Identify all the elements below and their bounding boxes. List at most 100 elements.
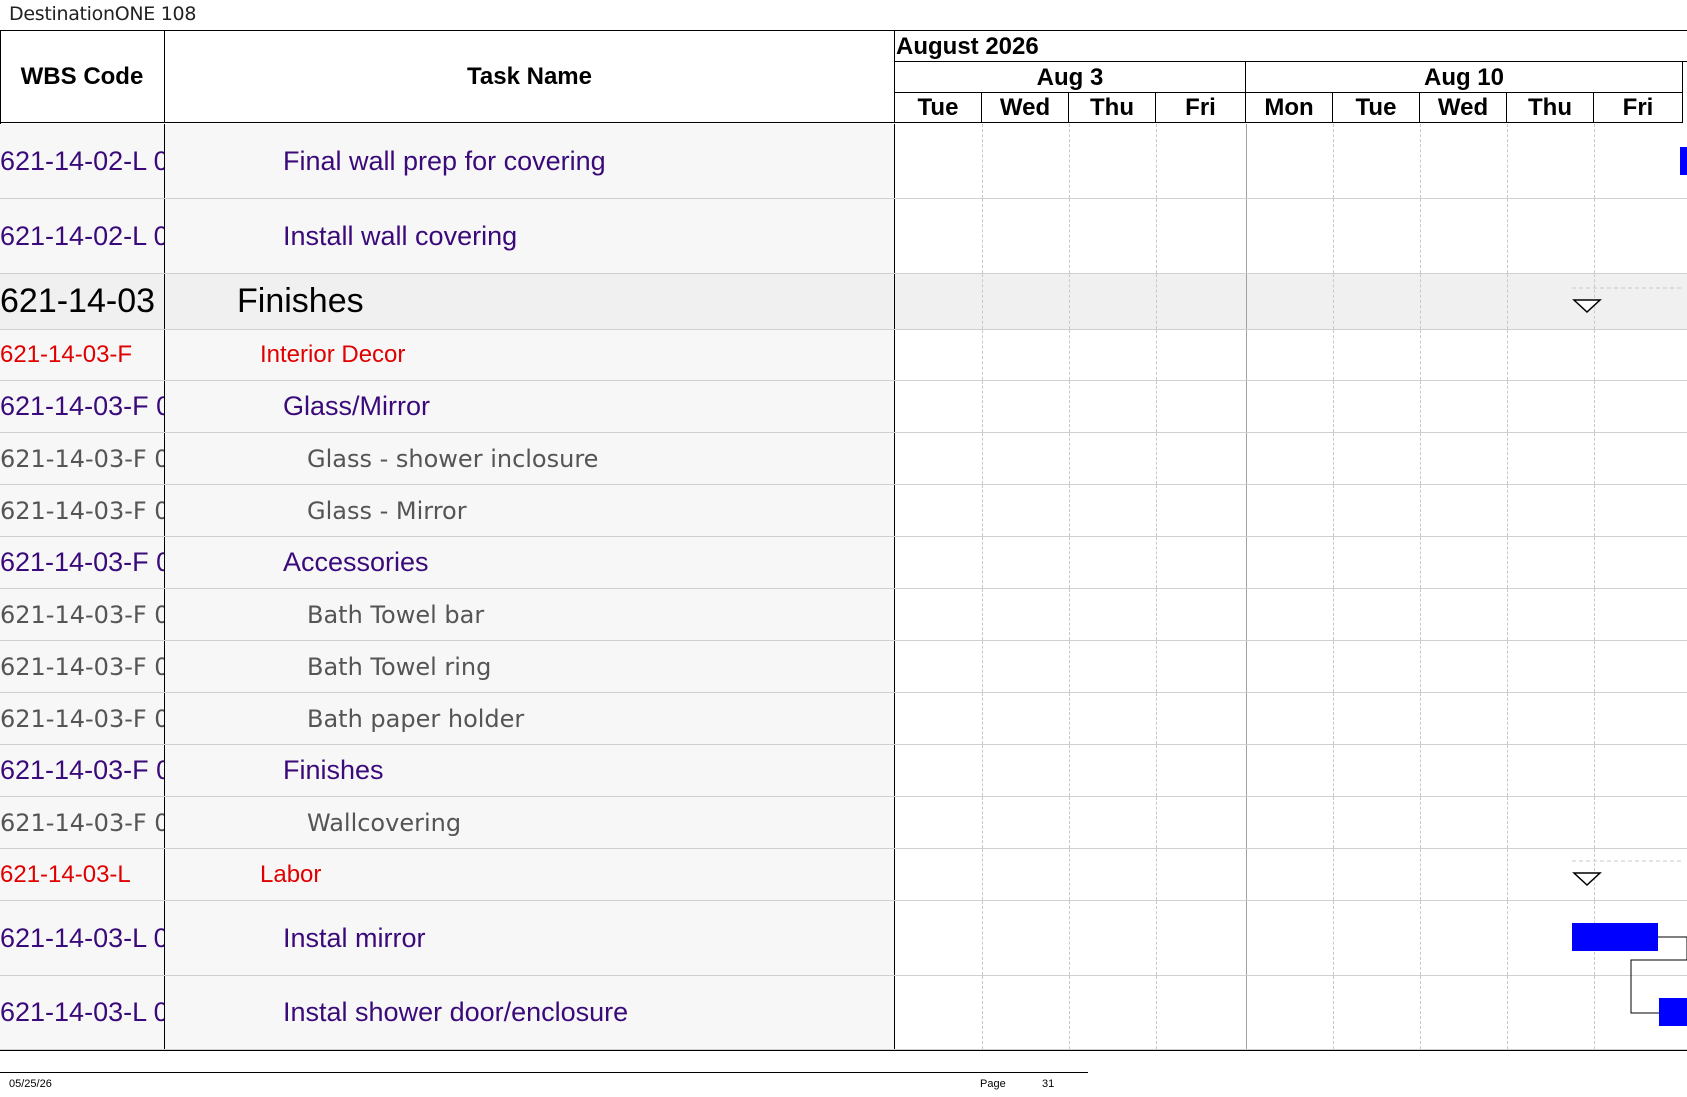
table-row[interactable]: 621-14-03-F 02Bath Towel bar: [0, 589, 1687, 641]
table-row[interactable]: 621-14-03-L Labor: [0, 849, 1687, 901]
timeline-month: August 2026: [895, 31, 1687, 62]
table-row[interactable]: 621-14-03-F 0 Finishes: [0, 745, 1687, 797]
table-row[interactable]: 621-14-03-F Interior Decor: [0, 330, 1687, 381]
timeline-week-1: Aug 3: [895, 62, 1246, 93]
day-gridline: [1594, 485, 1595, 536]
timeline-day: Tue: [1333, 93, 1420, 123]
wbs-code-cell: 621-14-03-F 0: [0, 537, 165, 588]
day-gridline: [1333, 199, 1334, 273]
timeline-day: Wed: [1420, 93, 1507, 123]
day-gridline: [1594, 641, 1595, 692]
summary-marker-icon[interactable]: [1562, 286, 1682, 326]
wbs-code-cell: 621-14-03-F: [0, 330, 165, 380]
day-gridline: [982, 849, 983, 900]
day-gridline: [1069, 330, 1070, 380]
day-gridline: [1507, 537, 1508, 588]
week-gridline: [1246, 797, 1247, 848]
footer-page-label: Page: [980, 1078, 1006, 1090]
day-gridline: [1420, 381, 1421, 432]
day-gridline: [1333, 745, 1334, 796]
summary-marker-icon[interactable]: [1562, 859, 1682, 899]
table-row[interactable]: 621-14-02-L 0 Final wall prep for coverin…: [0, 124, 1687, 199]
week-gridline: [1246, 849, 1247, 900]
table-row[interactable]: 621-14-03-L 0 Instal shower door/enclosur…: [0, 976, 1687, 1050]
day-gridline: [1069, 901, 1070, 975]
day-gridline: [1507, 745, 1508, 796]
day-gridline: [1069, 381, 1070, 432]
table-row[interactable]: 621-14-03-F 02Bath paper holder: [0, 693, 1687, 745]
day-gridline: [1594, 976, 1595, 1049]
week-gridline: [1246, 124, 1247, 198]
day-gridline: [982, 901, 983, 975]
table-row[interactable]: 621-14-03-F 0 Glass/Mirror: [0, 381, 1687, 433]
day-gridline: [1069, 797, 1070, 848]
day-gridline: [1333, 433, 1334, 484]
task-name-cell: Instal mirror: [165, 901, 895, 975]
day-gridline: [1333, 641, 1334, 692]
week-gridline: [1246, 901, 1247, 975]
week-gridline: [1246, 381, 1247, 432]
wbs-code-cell: 621-14-03-L 0: [0, 901, 165, 975]
column-header-wbs[interactable]: WBS Code: [0, 31, 165, 123]
week-gridline: [1246, 330, 1247, 380]
day-gridline: [1420, 589, 1421, 640]
day-gridline: [982, 381, 983, 432]
table-row[interactable]: 621-14-03-F 01Glass - shower inclosure: [0, 433, 1687, 485]
week-gridline: [1246, 433, 1247, 484]
week-gridline: [1246, 693, 1247, 744]
day-gridline: [1420, 901, 1421, 975]
task-name-cell: Bath Towel bar: [165, 589, 895, 640]
week-gridline: [1246, 199, 1247, 273]
day-gridline: [1333, 485, 1334, 536]
day-gridline: [982, 745, 983, 796]
table-row[interactable]: 621-14-03 Finishes: [0, 274, 1687, 330]
gantt-row-area: [895, 641, 1687, 692]
day-gridline: [982, 199, 983, 273]
day-gridline: [1333, 537, 1334, 588]
table-row[interactable]: 621-14-02-L 0 Install wall covering: [0, 199, 1687, 274]
day-gridline: [1507, 381, 1508, 432]
week-gridline: [1246, 537, 1247, 588]
day-gridline: [982, 124, 983, 198]
wbs-code-cell: 621-14-03-F 01: [0, 433, 165, 484]
day-gridline: [1594, 745, 1595, 796]
day-gridline: [1507, 330, 1508, 380]
table-row[interactable]: 621-14-03-F 03Wallcovering: [0, 797, 1687, 849]
day-gridline: [1156, 381, 1157, 432]
task-name-cell: Interior Decor: [165, 330, 895, 380]
gantt-row-area: [895, 901, 1687, 975]
gantt-row-area: [895, 797, 1687, 848]
day-gridline: [1594, 693, 1595, 744]
week-gridline: [1246, 641, 1247, 692]
wbs-code-cell: 621-14-03: [0, 274, 165, 329]
timeline-day: Thu: [1507, 93, 1594, 123]
day-gridline: [1594, 589, 1595, 640]
day-gridline: [1333, 589, 1334, 640]
table-row[interactable]: 621-14-03-F 02Bath Towel ring: [0, 641, 1687, 693]
day-gridline: [982, 485, 983, 536]
day-gridline: [1069, 589, 1070, 640]
task-name-cell: Instal shower door/enclosure: [165, 976, 895, 1049]
day-gridline: [1594, 537, 1595, 588]
timeline-week-2: Aug 10: [1246, 62, 1683, 93]
task-name-cell: Glass - shower inclosure: [165, 433, 895, 484]
day-gridline: [1069, 693, 1070, 744]
table-row[interactable]: 621-14-03-F 0 Accessories: [0, 537, 1687, 589]
timeline-day: Tue: [895, 93, 982, 123]
task-bar[interactable]: [1680, 147, 1687, 175]
task-name-cell: Install wall covering: [165, 199, 895, 273]
timeline-day: Fri: [1156, 93, 1246, 123]
document-title: DestinationONE 108: [9, 3, 197, 25]
column-header-task-name[interactable]: Task Name: [165, 31, 895, 123]
day-gridline: [1594, 199, 1595, 273]
week-gridline: [1246, 745, 1247, 796]
day-gridline: [1333, 797, 1334, 848]
day-gridline: [982, 537, 983, 588]
day-gridline: [1420, 433, 1421, 484]
table-row[interactable]: 621-14-03-L 0 Instal mirror: [0, 901, 1687, 976]
day-gridline: [982, 274, 983, 329]
wbs-code-cell: 621-14-03-L: [0, 849, 165, 900]
day-gridline: [1507, 641, 1508, 692]
table-row[interactable]: 621-14-03-F 01Glass - Mirror: [0, 485, 1687, 537]
day-gridline: [1333, 274, 1334, 329]
